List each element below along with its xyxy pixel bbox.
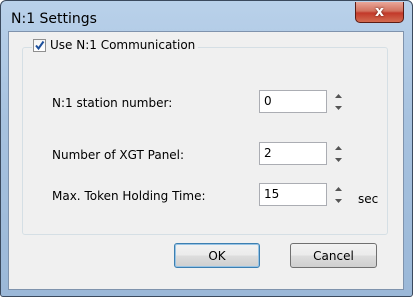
token-holding-time-unit: sec — [358, 192, 379, 206]
cancel-button[interactable]: Cancel — [290, 243, 377, 268]
token-holding-time-label: Max. Token Holding Time: — [52, 189, 206, 203]
station-number-stepper — [333, 91, 343, 113]
communication-groupbox — [22, 47, 388, 235]
chevron-down-icon — [334, 157, 342, 162]
close-icon: x — [374, 4, 385, 20]
xgt-panel-count-increment-button[interactable] — [333, 143, 343, 152]
station-number-decrement-button[interactable] — [333, 103, 343, 112]
dialog-window: N:1 Settings x Use N:1 Communication N:1… — [0, 0, 413, 297]
xgt-panel-count-spinner: 2 — [259, 142, 344, 165]
token-holding-time-decrement-button[interactable] — [333, 196, 343, 205]
token-holding-time-input[interactable]: 15 — [259, 183, 327, 206]
station-number-label: N:1 station number: — [52, 96, 173, 110]
xgt-panel-count-decrement-button[interactable] — [333, 155, 343, 164]
use-n1-communication-checkbox-group[interactable]: Use N:1 Communication — [32, 38, 199, 52]
checkmark-icon — [35, 40, 45, 50]
chevron-down-icon — [334, 198, 342, 203]
token-holding-time-increment-button[interactable] — [333, 184, 343, 193]
station-number-input[interactable]: 0 — [259, 90, 327, 113]
token-holding-time-stepper — [333, 184, 343, 206]
station-number-spinner: 0 — [259, 90, 344, 113]
use-n1-communication-checkbox[interactable] — [33, 38, 46, 52]
xgt-panel-count-label: Number of XGT Panel: — [52, 148, 185, 162]
token-holding-time-spinner: 15 — [259, 183, 344, 206]
chevron-up-icon — [334, 186, 342, 191]
window-title: N:1 Settings — [11, 11, 97, 27]
chevron-up-icon — [334, 145, 342, 150]
dialog-content: Use N:1 Communication N:1 station number… — [8, 31, 404, 290]
chevron-up-icon — [334, 93, 342, 98]
station-number-increment-button[interactable] — [333, 91, 343, 100]
use-n1-communication-label: Use N:1 Communication — [50, 38, 196, 52]
ok-button[interactable]: OK — [174, 243, 260, 268]
chevron-down-icon — [334, 105, 342, 110]
close-button[interactable]: x — [355, 2, 404, 23]
title-bar[interactable]: N:1 Settings x — [1, 1, 412, 35]
xgt-panel-count-stepper — [333, 143, 343, 165]
xgt-panel-count-input[interactable]: 2 — [259, 142, 327, 165]
